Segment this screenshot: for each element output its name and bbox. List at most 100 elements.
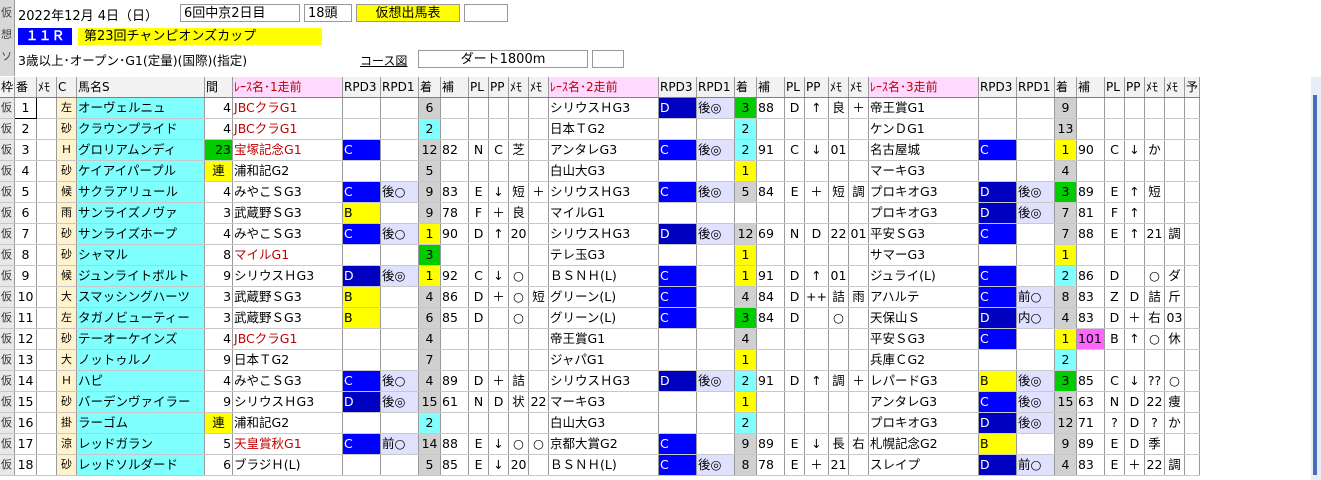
column-header[interactable]: ﾒﾓ (1164, 77, 1185, 98)
course-map-link[interactable]: コース図 (360, 52, 407, 69)
race-name-cell[interactable]: 日本ＴG2 (232, 349, 344, 371)
memo-cell[interactable] (528, 160, 550, 182)
waku-cell[interactable]: 仮 (0, 118, 15, 140)
race-name-cell[interactable]: テレ玉G3 (548, 244, 660, 266)
race-name-cell[interactable]: グリーン(L) (548, 286, 660, 308)
race-name-cell[interactable]: マイルG1 (232, 244, 344, 266)
race-name-cell[interactable]: 平安ＳG3 (868, 223, 979, 245)
memo-cell[interactable] (36, 97, 58, 119)
column-header[interactable]: ﾒﾓ (36, 77, 58, 98)
memo-cell[interactable]: ○ (1144, 328, 1165, 350)
memo-cell[interactable]: 01 (828, 265, 849, 287)
memo-cell[interactable]: ○ (1164, 370, 1185, 392)
forecast-cell[interactable] (1184, 139, 1200, 161)
column-header[interactable]: 着 (734, 77, 758, 98)
race-name-cell[interactable]: 平安ＳG3 (868, 328, 979, 350)
column-header[interactable]: PL (1104, 77, 1125, 98)
table-row[interactable]: 仮 7 砂サンライズホープ 4 みやこＳG3 C 後○ 1 90 D ↑ 20 シリウスＨG3 D 後◎ 12… (0, 223, 1200, 245)
memo-cell[interactable]: ○ (1144, 265, 1165, 287)
race-name-cell[interactable]: ＢＳＮＨ(L) (548, 454, 660, 476)
memo-cell[interactable] (1144, 244, 1165, 266)
memo-cell[interactable]: ○ (508, 307, 530, 329)
blank-field[interactable] (464, 4, 508, 22)
table-row[interactable]: 仮 14 Ｈ ハピ 4 みやこＳG3 C 後○ 4 89 D ＋詰シリウスＨG3 D 後◎ 2 91 D ↑ 調＋レ… (0, 370, 1200, 392)
memo-cell[interactable] (848, 265, 869, 287)
forecast-cell[interactable] (1184, 223, 1200, 245)
memo-cell[interactable]: 調 (1164, 454, 1185, 476)
forecast-cell[interactable] (1184, 202, 1200, 224)
memo-cell[interactable] (528, 202, 550, 224)
race-name-cell[interactable]: 浦和記G2 (232, 412, 344, 434)
column-header[interactable]: 着 (1054, 77, 1077, 98)
horse-name[interactable]: ラーゴム (76, 412, 206, 434)
race-name-cell[interactable]: 天保山Ｓ (868, 307, 979, 329)
column-header[interactable]: 間 (204, 77, 234, 98)
race-name-cell[interactable]: 兵庫ＣG2 (868, 349, 979, 371)
table-row[interactable]: 仮 11 左タガノビューティー 3 武蔵野ＳG3 B 6 85 D ○ グリーン(L) C 3 84 D ○ 天… (0, 307, 1200, 329)
column-header[interactable]: C (56, 77, 78, 98)
memo-cell[interactable]: ? (1144, 412, 1165, 434)
memo-cell[interactable] (508, 160, 530, 182)
memo-cell[interactable]: 03 (1164, 307, 1185, 329)
memo-cell[interactable]: 短 (828, 181, 849, 203)
memo-cell[interactable]: 良 (828, 97, 849, 119)
race-name-cell[interactable]: みやこＳG3 (232, 370, 344, 392)
memo-cell[interactable]: ?? (1144, 370, 1165, 392)
horse-name[interactable]: サンライズホープ (76, 223, 206, 245)
memo-cell[interactable]: 痩 (1164, 391, 1185, 413)
race-name-cell[interactable]: レパードG3 (868, 370, 979, 392)
memo-cell[interactable] (848, 244, 869, 266)
column-header[interactable]: ﾚｰｽ名･2走前 (548, 77, 660, 98)
forecast-cell[interactable] (1184, 97, 1200, 119)
memo-cell[interactable]: 短 (528, 286, 550, 308)
column-header[interactable]: ﾒﾓ (508, 77, 530, 98)
memo-cell[interactable]: 短 (1144, 181, 1165, 203)
memo-cell[interactable] (508, 97, 530, 119)
column-header[interactable]: 番 (14, 77, 38, 98)
memo-cell[interactable] (528, 244, 550, 266)
table-row[interactable]: 仮 12 砂テーオーケインズ 4 JBCクラG1 4 帝王賞G1 4 平安ＳG3 C 1 101 B ↑ ○… (0, 328, 1200, 350)
table-row[interactable]: 仮 2 砂クラウンプライド 4 JBCクラG1 2 日本ＴG2 2 ケンＤG1 13 (0, 118, 1200, 140)
memo-cell[interactable] (36, 244, 58, 266)
memo-cell[interactable]: 21 (828, 454, 849, 476)
column-header[interactable]: PP (1124, 77, 1145, 98)
memo-cell[interactable] (528, 349, 550, 371)
memo-cell[interactable] (508, 349, 530, 371)
race-name-cell[interactable]: 天皇賞秋G1 (232, 433, 344, 455)
column-header[interactable]: RPD3 (978, 77, 1017, 98)
memo-cell[interactable] (528, 265, 550, 287)
race-name-cell[interactable]: 京都大賞G2 (548, 433, 660, 455)
column-header[interactable]: 着 (418, 77, 442, 98)
race-name-cell[interactable]: 帝王賞G1 (548, 328, 660, 350)
race-name-cell[interactable]: マーキG3 (548, 391, 660, 413)
memo-cell[interactable]: 状 (508, 391, 530, 413)
horse-name[interactable]: サクラアリュール (76, 181, 206, 203)
memo-cell[interactable] (1164, 118, 1185, 140)
column-header[interactable]: PL (468, 77, 490, 98)
memo-cell[interactable]: 22 (528, 391, 550, 413)
memo-cell[interactable] (828, 412, 849, 434)
memo-cell[interactable]: 詰 (508, 370, 530, 392)
race-name-cell[interactable]: アンタレG3 (868, 391, 979, 413)
memo-cell[interactable]: ダ (1164, 265, 1185, 287)
race-name-cell[interactable]: みやこＳG3 (232, 223, 344, 245)
memo-cell[interactable] (528, 307, 550, 329)
race-name-cell[interactable]: アンタレG3 (548, 139, 660, 161)
race-name-cell[interactable]: 白山大G3 (548, 412, 660, 434)
memo-cell[interactable] (828, 328, 849, 350)
memo-cell[interactable] (828, 349, 849, 371)
vertical-scrollbar[interactable] (1311, 77, 1321, 480)
horse-name[interactable]: グロリアムンディ (76, 139, 206, 161)
horse-name[interactable]: タガノビューティー (76, 307, 206, 329)
waku-cell[interactable]: 仮 (0, 412, 15, 434)
table-row[interactable]: 仮 16 掛ラーゴム連浦和記G2 2 白山大G3 2 プロキオG3 D 後◎ 12 71? D? か (0, 412, 1200, 434)
memo-cell[interactable] (508, 118, 530, 140)
memo-cell[interactable] (508, 244, 530, 266)
memo-cell[interactable]: 斤 (1164, 286, 1185, 308)
race-name-cell[interactable]: マイルG1 (548, 202, 660, 224)
waku-cell[interactable]: 仮 (0, 223, 15, 245)
memo-cell[interactable] (36, 139, 58, 161)
memo-cell[interactable] (528, 370, 550, 392)
column-header[interactable]: ﾚｰｽ名･3走前 (868, 77, 979, 98)
table-row[interactable]: 仮 18 砂レッドソルダード 6 ブラジＨ(L) 5 85 E ↓ 20 ＢＳＮＨ(L) C 後◎ 8 78… (0, 454, 1200, 476)
